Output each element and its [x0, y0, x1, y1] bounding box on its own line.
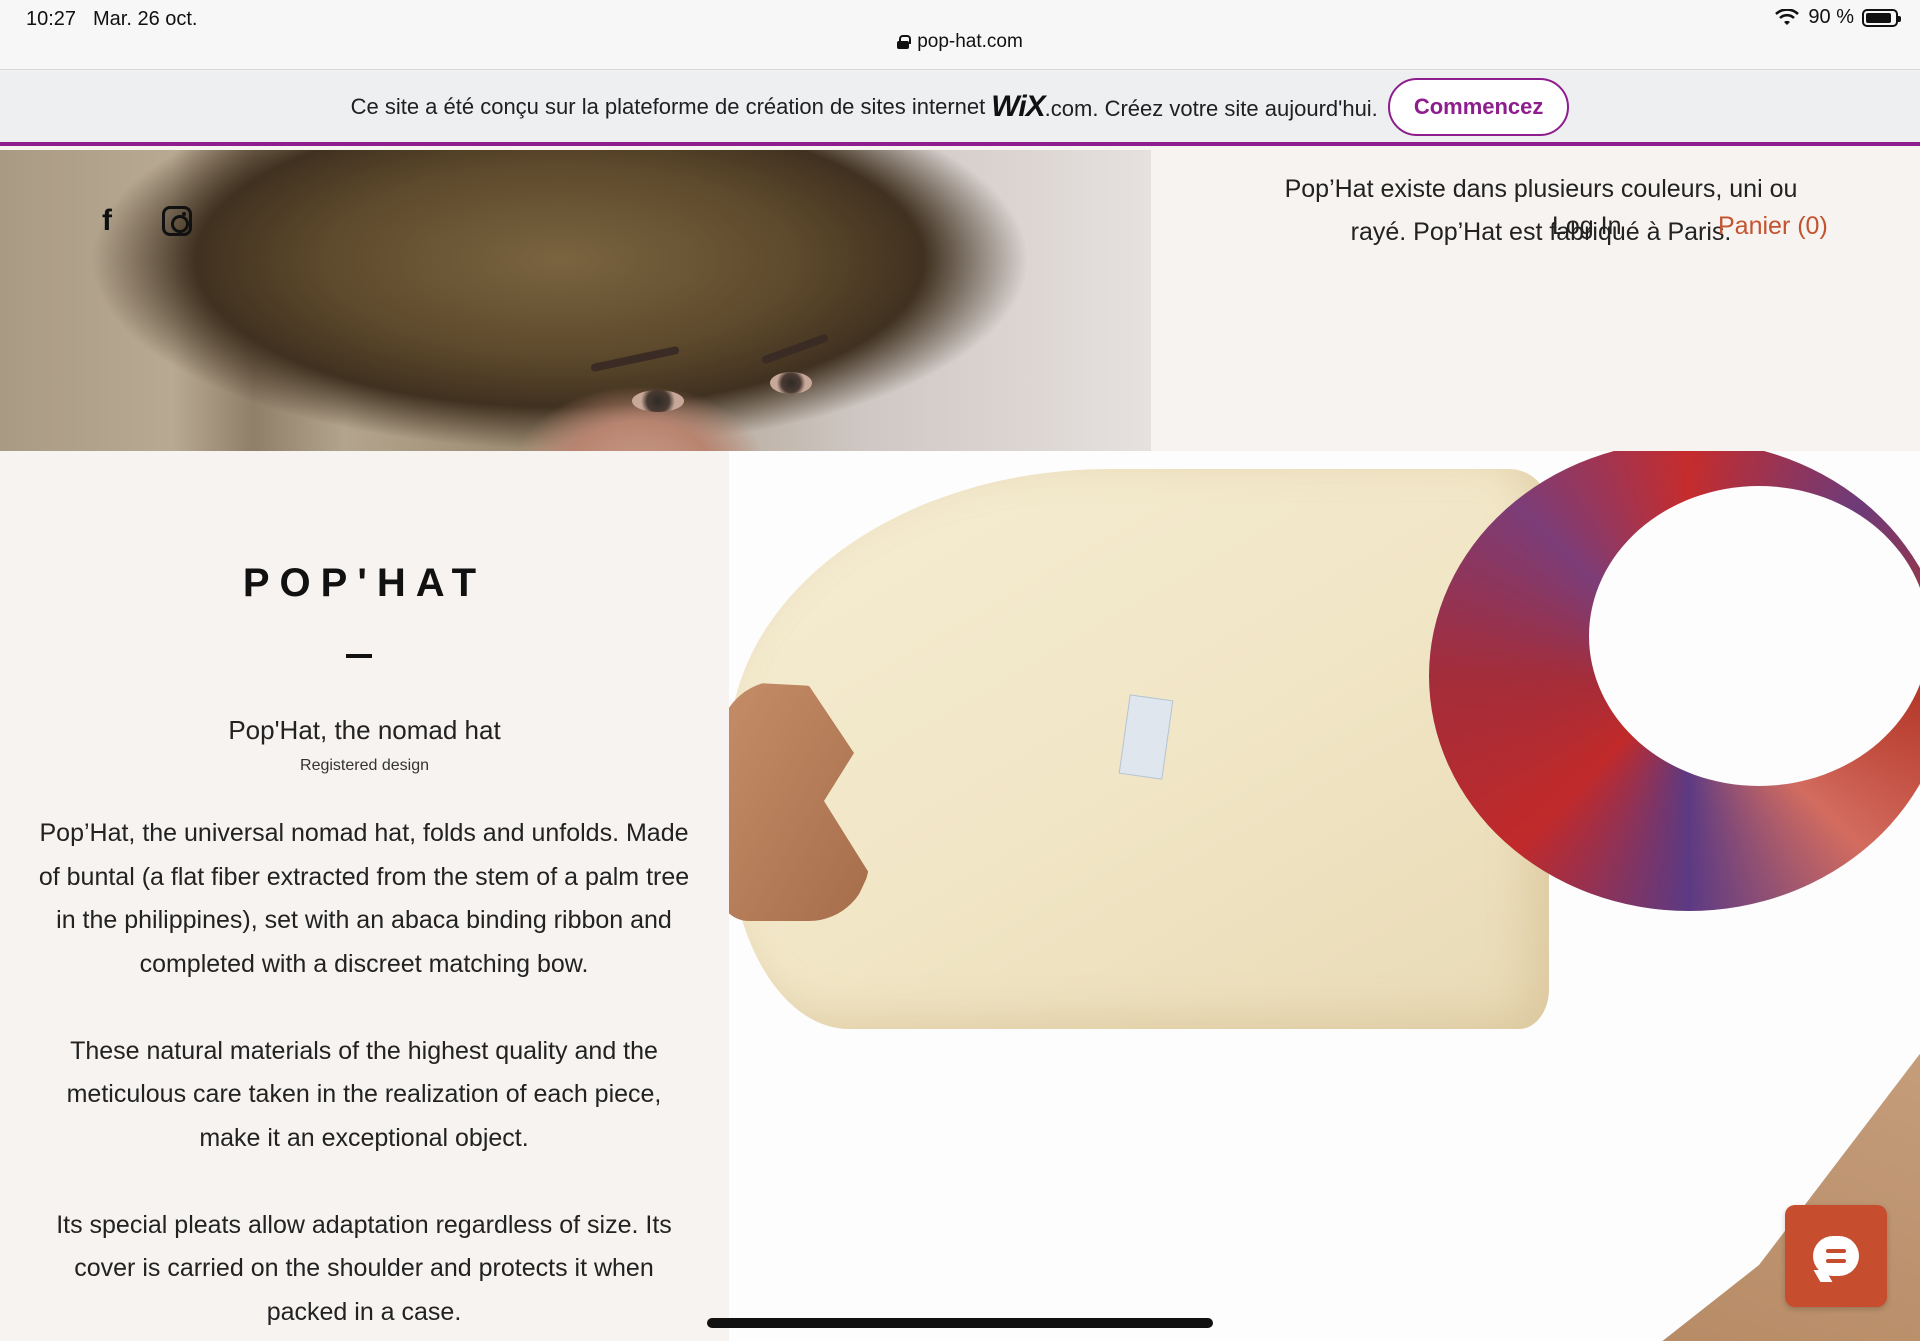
status-date: Mar. 26 oct.: [93, 8, 198, 30]
paragraph: These natural materials of the highest q…: [66, 1036, 662, 1152]
status-time: 10:27: [26, 8, 77, 30]
wix-text-after: .com. Créez votre site aujourd'hui.: [1044, 95, 1378, 121]
page-title: POP'HAT: [242, 561, 487, 605]
lock-icon: [897, 35, 912, 49]
title-divider: [346, 654, 372, 658]
home-indicator[interactable]: [707, 1318, 1213, 1328]
hero-brow: [760, 333, 830, 365]
url-text: pop-hat.com: [917, 31, 1023, 52]
product-photo: [729, 451, 1920, 1341]
paragraph: Pop’Hat, the universal nomad hat, folds …: [38, 819, 690, 978]
login-link[interactable]: Log In: [1552, 212, 1622, 241]
hero-eye: [632, 390, 684, 412]
product-description: POP'HAT Pop'Hat, the nomad hat Registere…: [0, 451, 729, 1341]
instagram-icon[interactable]: [162, 206, 192, 236]
intro-panel: Pop’Hat existe dans plusieurs couleurs, …: [1151, 150, 1920, 451]
wix-banner: Ce site a été conçu sur la plateforme de…: [0, 71, 1920, 146]
chat-icon: [1813, 1236, 1859, 1276]
address-bar[interactable]: pop-hat.com: [0, 31, 1920, 53]
hero-eye: [770, 372, 812, 394]
intro-text: Pop’Hat existe dans plusieurs couleurs, …: [1284, 175, 1798, 246]
registered-note: Registered design: [300, 757, 429, 774]
hero-brow: [590, 345, 680, 373]
battery-percent: 90 %: [1808, 6, 1854, 28]
chat-button[interactable]: [1785, 1205, 1887, 1307]
wifi-icon: [1775, 8, 1800, 25]
battery-icon: [1862, 8, 1901, 27]
wix-text-before: Ce site a été conçu sur la plateforme de…: [350, 93, 986, 119]
status-indicators: 90 %: [1774, 6, 1901, 29]
status-bar: 10:27 Mar. 26 oct. 90 % pop-hat.com: [0, 0, 1920, 70]
product-body: Pop’Hat, the universal nomad hat, folds …: [34, 812, 694, 1341]
hero-photo: [0, 150, 1151, 451]
product-subtitle: Pop'Hat, the nomad hat: [228, 715, 501, 745]
cart-link[interactable]: Panier (0): [1718, 212, 1828, 241]
folded-hat-center: [1589, 486, 1920, 786]
wix-logo: WiX: [991, 89, 1045, 123]
paragraph: Its special pleats allow adaptation rega…: [56, 1210, 672, 1326]
start-button[interactable]: Commencez: [1387, 77, 1570, 136]
social-links: f: [92, 204, 192, 237]
wix-banner-text: Ce site a été conçu sur la plateforme de…: [351, 90, 1378, 124]
battery-level: [1866, 12, 1892, 23]
facebook-icon[interactable]: f: [92, 204, 122, 237]
